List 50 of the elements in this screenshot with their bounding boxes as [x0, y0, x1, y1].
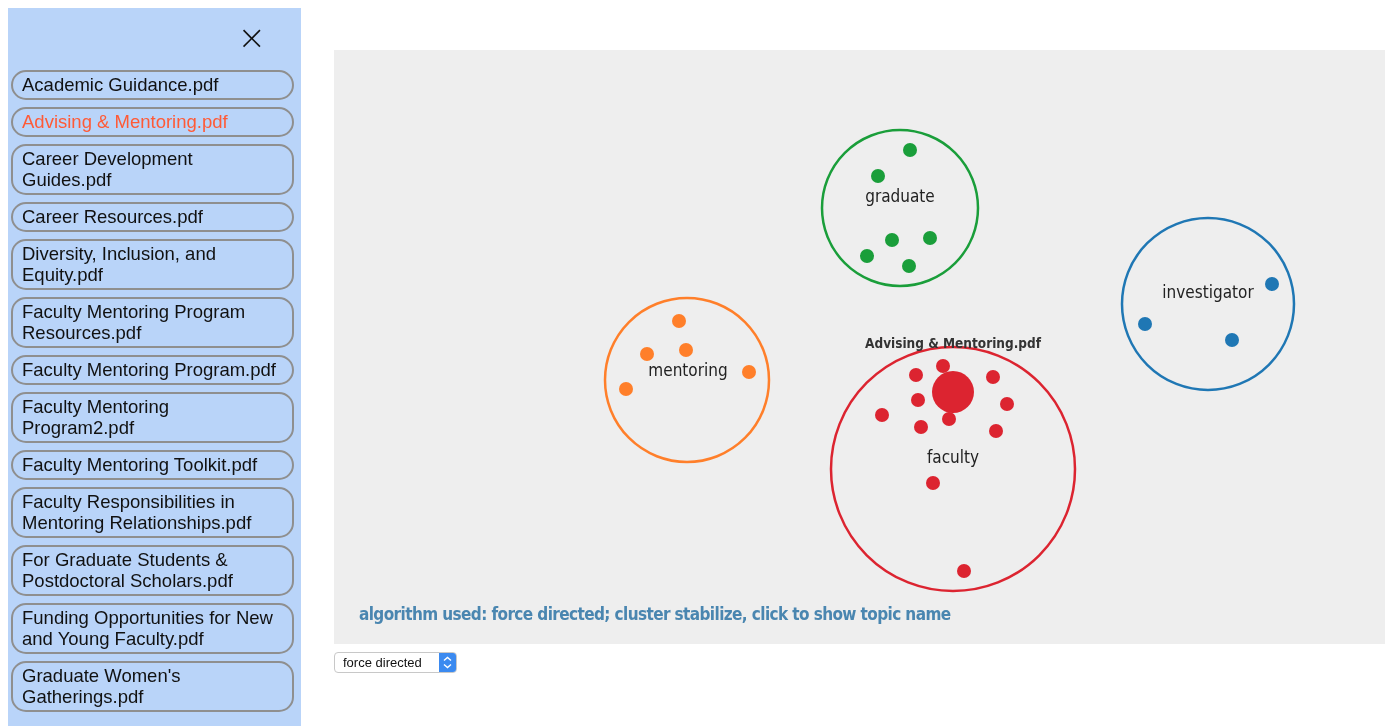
file-item[interactable]: Career Development Guides.pdf — [11, 144, 294, 195]
document-dot[interactable] — [989, 424, 1003, 438]
document-label: Advising & Mentoring.pdf — [865, 335, 1041, 351]
file-item[interactable]: Academic Guidance.pdf — [11, 70, 294, 100]
document-dot[interactable] — [932, 371, 974, 413]
document-dot[interactable] — [957, 564, 971, 578]
algorithm-select[interactable]: force directed — [334, 652, 457, 673]
document-dot[interactable] — [1225, 333, 1239, 347]
file-item[interactable]: Faculty Mentoring Program.pdf — [11, 355, 294, 385]
file-item[interactable]: Faculty Mentoring Program2.pdf — [11, 392, 294, 443]
topic-label: graduate — [865, 186, 935, 206]
file-item[interactable]: Faculty Mentoring Program Resources.pdf — [11, 297, 294, 348]
topic-label: mentoring — [648, 360, 728, 380]
document-dot[interactable] — [909, 368, 923, 382]
document-dot[interactable] — [679, 343, 693, 357]
document-dot[interactable] — [1265, 277, 1279, 291]
document-dot[interactable] — [986, 370, 1000, 384]
document-dot[interactable] — [742, 365, 756, 379]
algorithm-caption: algorithm used: force directed; cluster stabilize, click to show topic name — [358, 604, 952, 626]
document-dot[interactable] — [619, 382, 633, 396]
file-item[interactable]: Faculty Responsibilities in Mentoring Relationships.pdf — [11, 487, 294, 538]
document-dot[interactable] — [1000, 397, 1014, 411]
document-dot[interactable] — [926, 476, 940, 490]
topic-label: investigator — [1162, 282, 1254, 302]
cluster-circle[interactable] — [603, 296, 771, 464]
document-dot[interactable] — [875, 408, 889, 422]
document-dot[interactable] — [860, 249, 874, 263]
document-dot[interactable] — [914, 420, 928, 434]
document-dot[interactable] — [871, 169, 885, 183]
document-dot[interactable] — [902, 259, 916, 273]
file-item[interactable]: Career Resources.pdf — [11, 202, 294, 232]
document-dot[interactable] — [911, 393, 925, 407]
document-dot[interactable] — [885, 233, 899, 247]
stepper-icon — [439, 653, 456, 672]
cluster-circle[interactable] — [820, 128, 980, 288]
cluster-circle[interactable] — [1120, 216, 1296, 392]
document-dot[interactable] — [942, 412, 956, 426]
file-item[interactable]: Faculty Mentoring Toolkit.pdf — [11, 450, 294, 480]
document-dot[interactable] — [640, 347, 654, 361]
close-button[interactable]: × — [237, 22, 266, 52]
document-dot[interactable] — [672, 314, 686, 328]
file-item[interactable]: Diversity, Inclusion, and Equity.pdf — [11, 239, 294, 290]
file-item[interactable]: Graduate Women's Gatherings.pdf — [11, 661, 294, 712]
document-dot[interactable] — [936, 359, 950, 373]
document-dot[interactable] — [923, 231, 937, 245]
document-dot[interactable] — [1138, 317, 1152, 331]
topic-label: faculty — [926, 447, 980, 467]
file-item[interactable]: For Graduate Students & Postdoctoral Scholars.pdf — [11, 545, 294, 596]
file-item[interactable]: Funding Opportunities for New and Young Faculty.pdf — [11, 603, 294, 654]
document-dot[interactable] — [903, 143, 917, 157]
